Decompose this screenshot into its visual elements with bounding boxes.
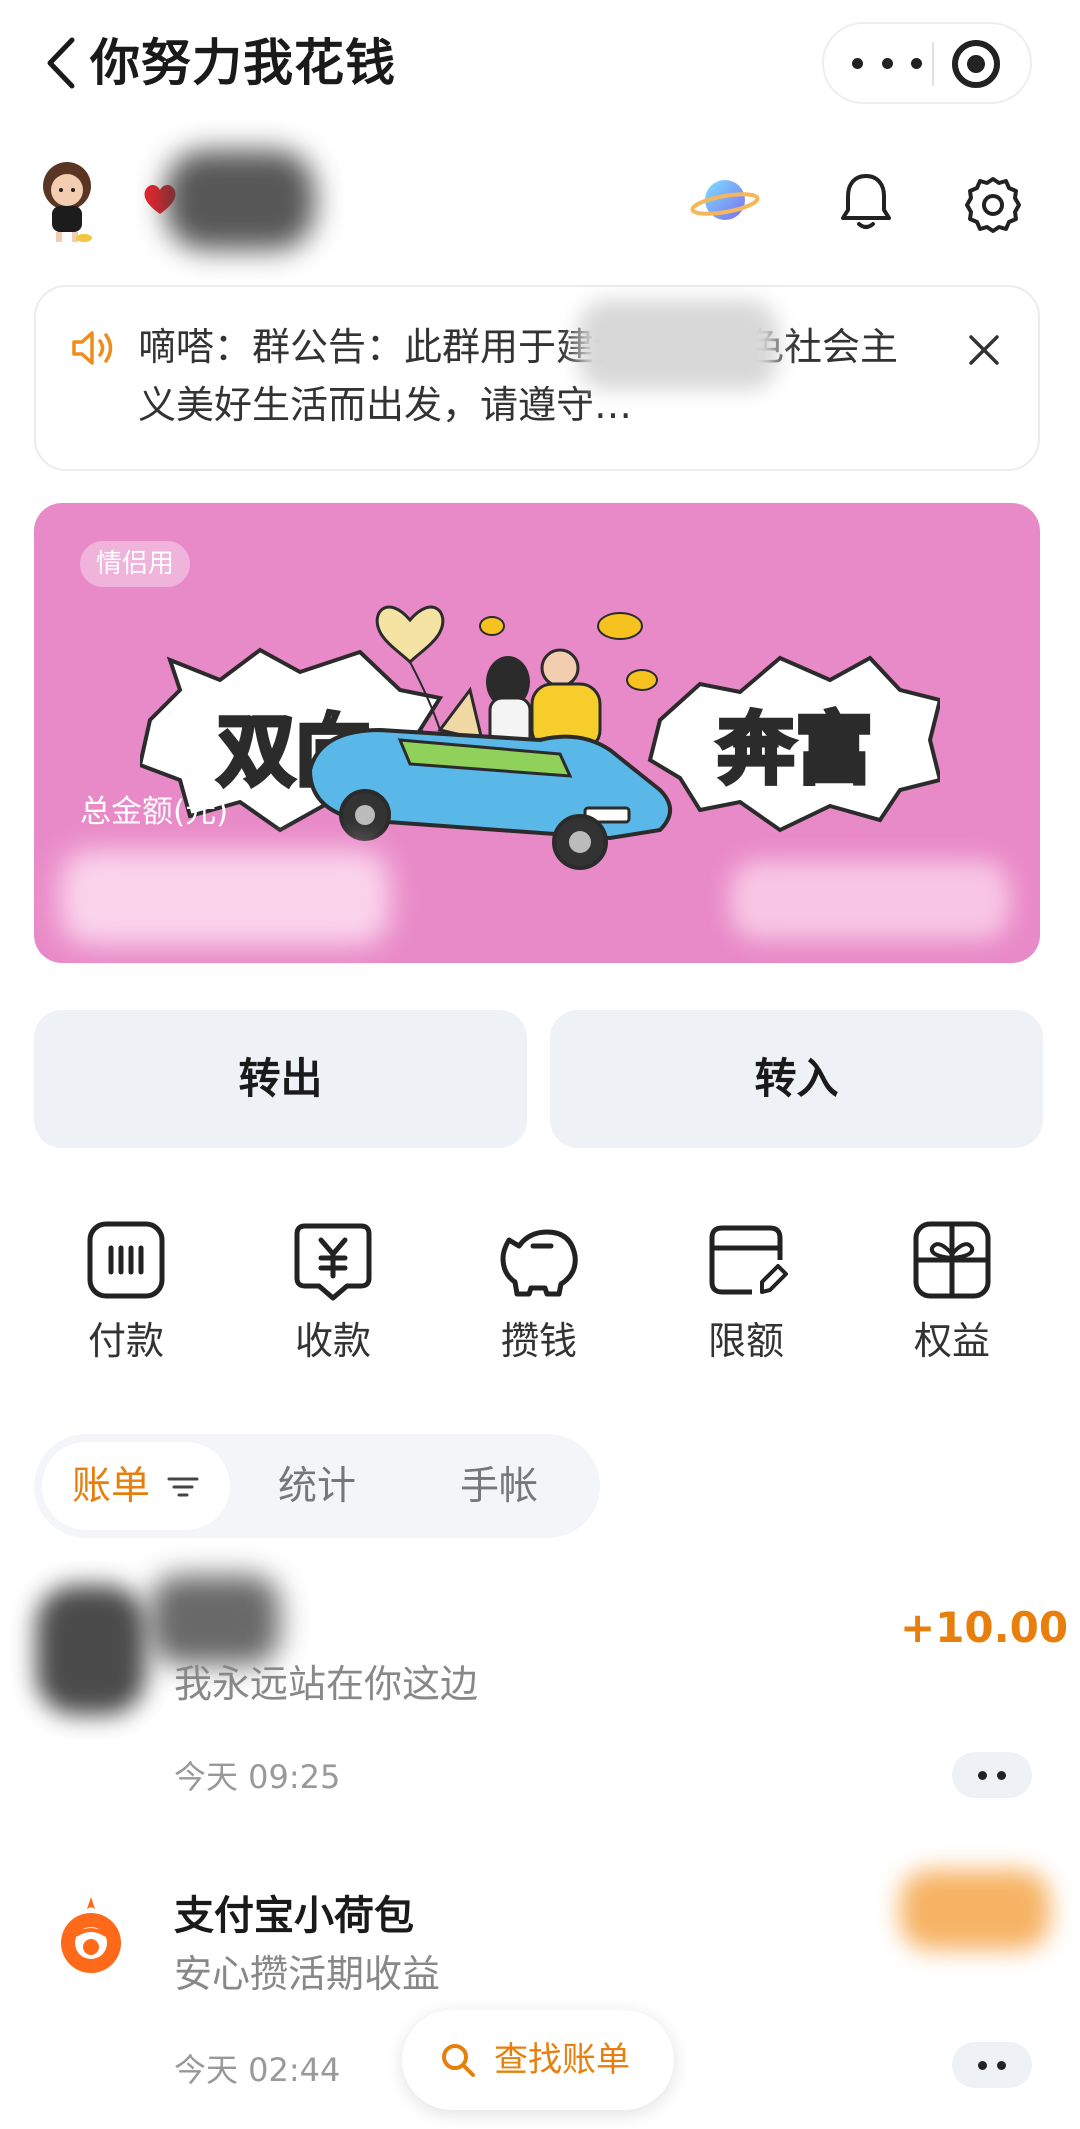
quick-action-pay[interactable]: 付款 — [56, 1218, 196, 1366]
transaction-name-redacted — [150, 1575, 280, 1665]
planet-icon[interactable] — [690, 172, 760, 228]
receive-icon — [294, 1223, 372, 1301]
filter-icon[interactable] — [166, 1472, 200, 1502]
partner-name-redacted — [165, 150, 315, 250]
quick-action-receive[interactable]: 收款 — [263, 1218, 403, 1366]
transfer-out-button[interactable]: 转出 — [34, 1010, 527, 1148]
back-arrow-icon[interactable] — [38, 30, 82, 96]
tab-stats[interactable]: 统计 — [278, 1462, 356, 1512]
quick-action-label: 权益 — [913, 1319, 990, 1363]
close-mini-program-icon[interactable] — [952, 40, 1000, 88]
transaction-title: 支付宝小荷包 — [174, 1893, 414, 1939]
bell-icon[interactable] — [838, 170, 894, 232]
settings-gear-icon[interactable] — [963, 175, 1023, 235]
pay-icon — [87, 1221, 165, 1299]
speaker-icon — [72, 331, 113, 365]
quick-action-label: 付款 — [87, 1319, 164, 1363]
capsule-divider — [932, 42, 934, 86]
tab-bill-label[interactable]: 账单 — [72, 1462, 150, 1512]
quick-action-save[interactable]: 攒钱 — [469, 1218, 609, 1366]
quick-action-benefits[interactable]: 权益 — [882, 1218, 1022, 1366]
transaction-more-button[interactable] — [952, 2042, 1032, 2088]
close-icon[interactable] — [966, 332, 1002, 368]
eye-icon[interactable] — [258, 796, 296, 826]
mini-program-capsule — [822, 22, 1032, 104]
transaction-description: 我永远站在你这边 — [174, 1662, 479, 1706]
transaction-description: 安心攒活期收益 — [174, 1952, 441, 1996]
banner-right-text: 奔富 — [717, 705, 873, 795]
transaction-time: 今天 09:25 — [174, 1758, 341, 1796]
search-bills-button[interactable]: 查找账单 — [402, 2010, 674, 2110]
search-bills-label: 查找账单 — [494, 2040, 630, 2080]
transaction-time: 今天 02:44 — [174, 2051, 341, 2089]
transfer-in-button[interactable]: 转入 — [550, 1010, 1043, 1148]
tab-notebook[interactable]: 手帐 — [460, 1462, 538, 1512]
banner-illustration: 双向 奔富 — [140, 605, 940, 870]
page-title: 你努力我花钱 — [90, 34, 396, 92]
gift-icon — [913, 1221, 991, 1299]
transaction-avatar-redacted — [36, 1585, 146, 1715]
quick-action-label: 收款 — [294, 1319, 371, 1363]
limit-card-icon — [709, 1225, 788, 1295]
total-amount-redacted — [60, 850, 390, 945]
quick-action-label: 攒钱 — [500, 1319, 577, 1363]
transaction-more-button[interactable] — [952, 1752, 1032, 1798]
more-options-icon[interactable] — [852, 24, 922, 102]
pocket-wallet-icon — [61, 1897, 121, 1973]
search-icon — [442, 2044, 475, 2077]
transaction-amount-redacted — [900, 1870, 1050, 1950]
announcement-redacted — [578, 300, 778, 390]
total-amount-label: 总金额(元) — [80, 794, 229, 830]
user-avatar[interactable] — [32, 158, 102, 244]
quick-action-label: 限额 — [707, 1319, 784, 1363]
quick-action-limit[interactable]: 限额 — [676, 1218, 816, 1366]
card-detail-redacted — [730, 860, 1010, 940]
transaction-amount: +10.00 — [900, 1603, 1069, 1652]
announcement-text: 嘀嗒：群公告：此群用于建设中国特色社会主义美好生活而出发，请遵守… — [138, 325, 899, 427]
piggy-bank-icon — [500, 1229, 578, 1297]
